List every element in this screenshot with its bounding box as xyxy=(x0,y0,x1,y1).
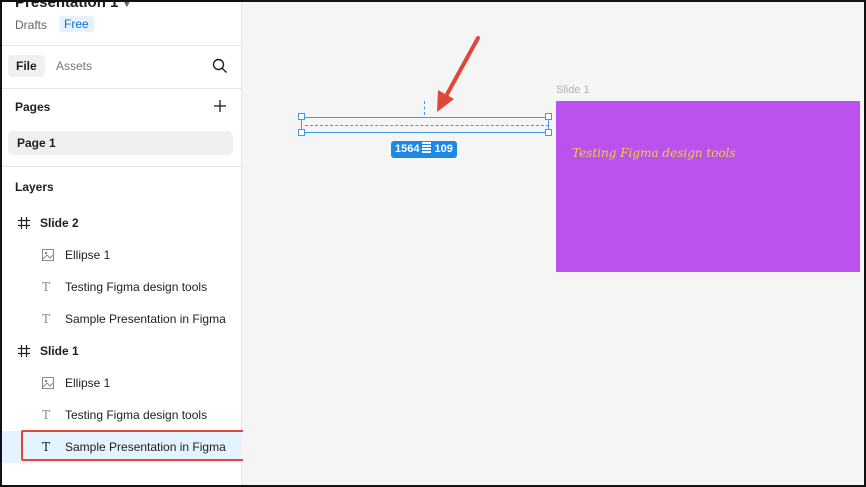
text-icon: T xyxy=(42,408,51,422)
divider xyxy=(2,45,242,46)
plan-badge[interactable]: Free xyxy=(59,16,94,32)
dimension-badge: 1564 109 xyxy=(391,141,457,158)
layer-label: Slide 1 xyxy=(40,344,79,358)
app-window: Presentation 1 ▾ Drafts Free File Assets … xyxy=(0,0,866,487)
slide-text[interactable]: Testing Figma design tools xyxy=(572,146,736,160)
text-icon: T xyxy=(42,440,51,454)
text-icon: T xyxy=(42,280,51,294)
divider xyxy=(2,166,242,167)
canvas[interactable]: Slide 1 Testing Figma design tools 1564 1… xyxy=(243,2,864,485)
slide-frame-label[interactable]: Slide 1 xyxy=(556,84,590,96)
text-icon: T xyxy=(42,312,51,326)
frame-icon xyxy=(18,345,30,357)
layer-text-selected[interactable]: T Sample Presentation in Figma xyxy=(2,431,242,463)
layer-text[interactable]: T Testing Figma design tools xyxy=(2,399,242,431)
layer-label: Testing Figma design tools xyxy=(65,408,208,422)
layer-label: Sample Presentation in Figma xyxy=(65,440,226,454)
pages-section-title: Pages xyxy=(15,100,51,114)
project-title[interactable]: Presentation 1 ▾ xyxy=(15,0,130,11)
left-sidebar: Presentation 1 ▾ Drafts Free File Assets … xyxy=(2,0,245,485)
resize-handle-top-left[interactable] xyxy=(298,113,305,120)
text-baseline-guide xyxy=(305,125,549,126)
arrow-annotation-icon xyxy=(437,36,480,112)
add-page-icon[interactable] xyxy=(213,99,227,113)
layer-ellipse[interactable]: Ellipse 1 xyxy=(2,367,242,399)
project-title-text: Presentation 1 xyxy=(15,0,119,11)
resize-handle-top-right[interactable] xyxy=(545,113,552,120)
page-item-page-1[interactable]: Page 1 xyxy=(8,131,233,155)
layer-slide-2[interactable]: Slide 2 xyxy=(2,207,242,239)
resize-handle-bottom-right[interactable] xyxy=(545,129,552,136)
image-icon xyxy=(42,249,54,261)
layer-label: Testing Figma design tools xyxy=(65,280,208,294)
chevron-down-icon: ▾ xyxy=(124,0,130,10)
selection-width: 1564 xyxy=(395,143,420,155)
layer-label: Sample Presentation in Figma xyxy=(65,312,226,326)
layer-label: Ellipse 1 xyxy=(65,248,111,262)
tab-file[interactable]: File xyxy=(8,55,45,77)
layer-slide-1[interactable]: Slide 1 xyxy=(2,335,242,367)
resize-handle-bottom-left[interactable] xyxy=(298,129,305,136)
project-location[interactable]: Drafts xyxy=(15,18,47,32)
tab-assets[interactable]: Assets xyxy=(56,55,92,77)
slide-frame[interactable]: Testing Figma design tools xyxy=(556,101,860,272)
hug-icon xyxy=(422,142,432,153)
spacing-guide xyxy=(424,101,425,115)
search-icon[interactable] xyxy=(212,58,228,74)
image-icon xyxy=(42,377,54,389)
layer-label: Slide 2 xyxy=(40,216,79,230)
frame-icon xyxy=(18,217,30,229)
layer-text[interactable]: T Sample Presentation in Figma xyxy=(2,303,242,335)
layer-ellipse[interactable]: Ellipse 1 xyxy=(2,239,242,271)
divider xyxy=(2,88,242,89)
layers-section-title: Layers xyxy=(15,180,54,194)
selection-height: 109 xyxy=(434,143,453,155)
layer-text[interactable]: T Testing Figma design tools xyxy=(2,271,242,303)
layer-label: Ellipse 1 xyxy=(65,376,111,390)
